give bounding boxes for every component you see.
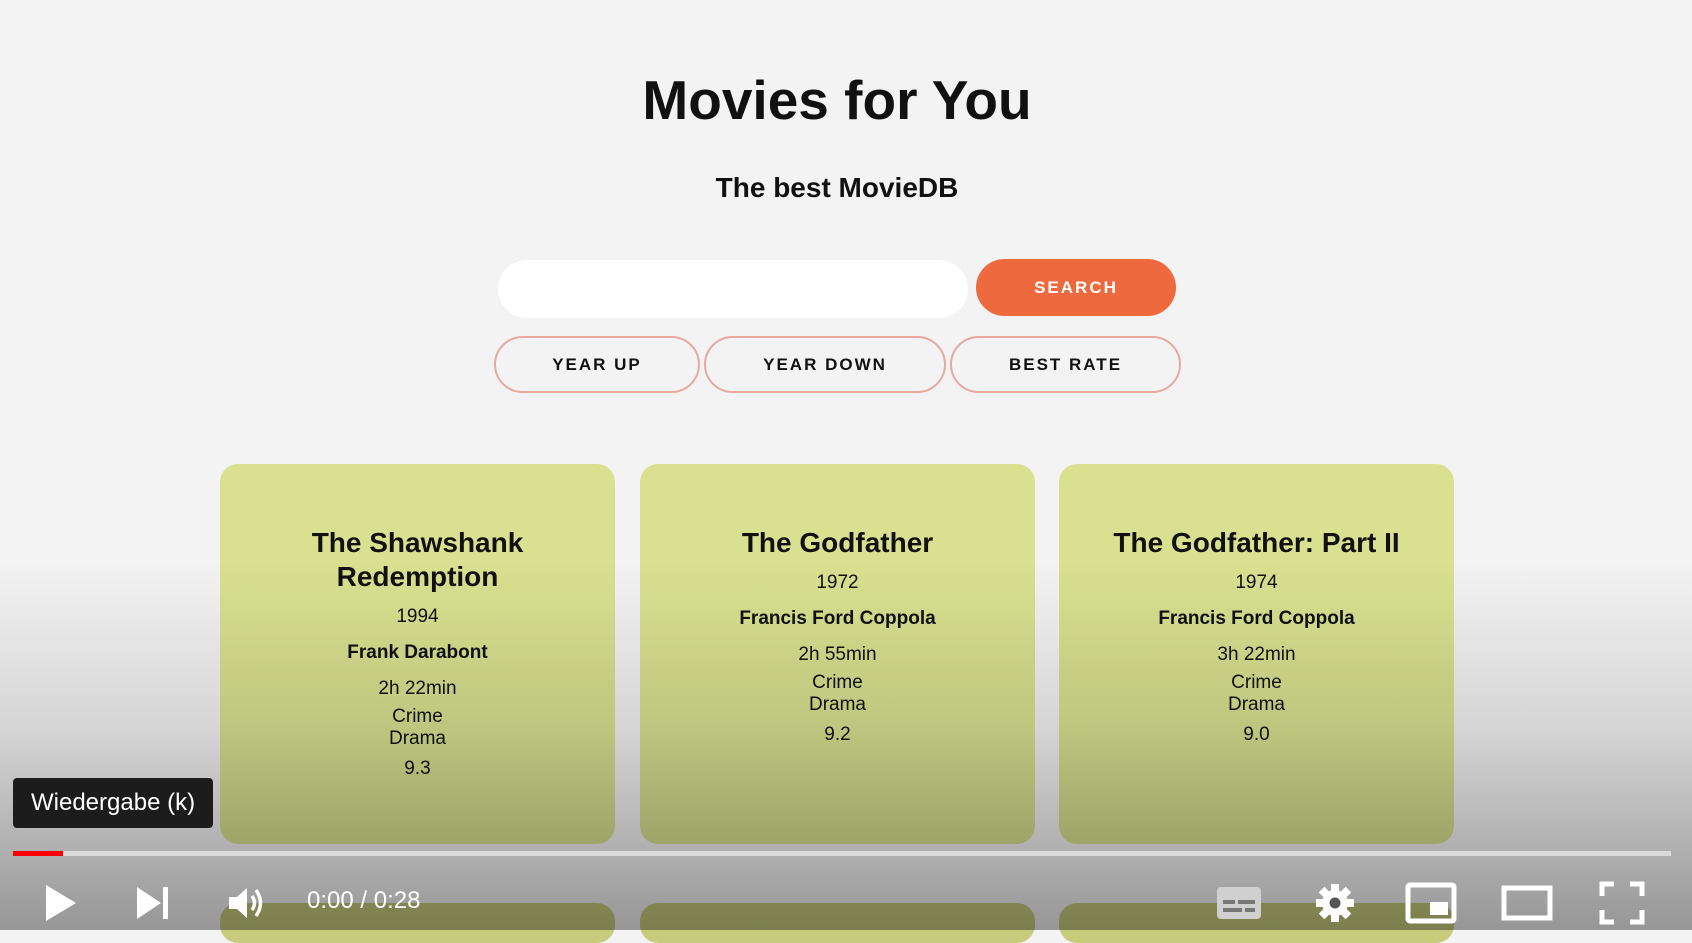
movie-genre: Drama xyxy=(388,728,446,749)
movie-genre: Crime xyxy=(1231,672,1282,693)
movie-director: Frank Darabont xyxy=(347,642,488,663)
movie-genre: Crime xyxy=(392,706,443,727)
movie-card[interactable]: The Godfather 1972 Francis Ford Coppola … xyxy=(640,464,1035,844)
year-down-button[interactable]: YEAR DOWN xyxy=(704,336,946,393)
page-subtitle: The best MovieDB xyxy=(715,172,959,203)
search-input[interactable] xyxy=(498,260,968,318)
subtitles-button[interactable] xyxy=(1214,878,1264,928)
settings-button[interactable] xyxy=(1310,878,1360,928)
movie-year: 1994 xyxy=(396,606,439,627)
best-rate-button[interactable]: BEST RATE xyxy=(950,336,1181,393)
volume-icon xyxy=(229,888,263,918)
miniplayer-button[interactable] xyxy=(1404,878,1458,928)
movie-runtime: 2h 22min xyxy=(378,678,457,699)
miniplayer-icon xyxy=(1405,882,1457,924)
movie-year: 1972 xyxy=(816,572,859,593)
movie-genre: Drama xyxy=(808,694,866,715)
movie-director: Francis Ford Coppola xyxy=(1158,608,1355,629)
settings-icon xyxy=(1316,884,1354,922)
movie-card[interactable]: The Shawshank Redemption 1994 Frank Dara… xyxy=(220,464,615,844)
movie-title: The Godfather xyxy=(741,527,934,558)
movie-director: Francis Ford Coppola xyxy=(739,608,936,629)
fullscreen-button[interactable] xyxy=(1596,878,1648,928)
subtitles-icon xyxy=(1217,887,1261,919)
movie-year: 1974 xyxy=(1235,572,1278,593)
movie-rating: 9.2 xyxy=(824,724,851,745)
play-icon xyxy=(46,885,76,921)
movie-genre: Crime xyxy=(812,672,863,693)
play-tooltip: Wiedergabe (k) xyxy=(13,778,214,828)
movie-title: The Shawshank Redemption xyxy=(311,527,524,592)
movie-app-page: Movies for You The best MovieDB SEARCH Y… xyxy=(0,0,1692,943)
theater-icon xyxy=(1501,885,1553,921)
play-button[interactable] xyxy=(36,878,86,928)
movie-runtime: 3h 22min xyxy=(1217,644,1296,665)
movie-card-next-row xyxy=(640,903,1035,943)
next-icon xyxy=(137,887,168,919)
movie-card[interactable]: The Godfather: Part II 1974 Francis Ford… xyxy=(1059,464,1454,844)
page-title: Movies for You xyxy=(642,69,1032,131)
fullscreen-icon xyxy=(1599,881,1645,925)
year-up-button[interactable]: YEAR UP xyxy=(494,336,700,393)
movie-genre: Drama xyxy=(1227,694,1285,715)
movie-runtime: 2h 55min xyxy=(798,644,877,665)
progress-bar-played xyxy=(13,851,63,856)
movie-rating: 9.3 xyxy=(404,758,431,779)
next-button[interactable] xyxy=(128,878,178,928)
time-display: 0:00 / 0:28 xyxy=(307,887,421,914)
search-button[interactable]: SEARCH xyxy=(976,259,1176,316)
movie-rating: 9.0 xyxy=(1243,724,1270,745)
theater-mode-button[interactable] xyxy=(1500,878,1554,928)
movie-title: The Godfather: Part II xyxy=(1113,527,1400,558)
volume-button[interactable] xyxy=(222,878,272,928)
progress-bar[interactable] xyxy=(13,851,1671,856)
